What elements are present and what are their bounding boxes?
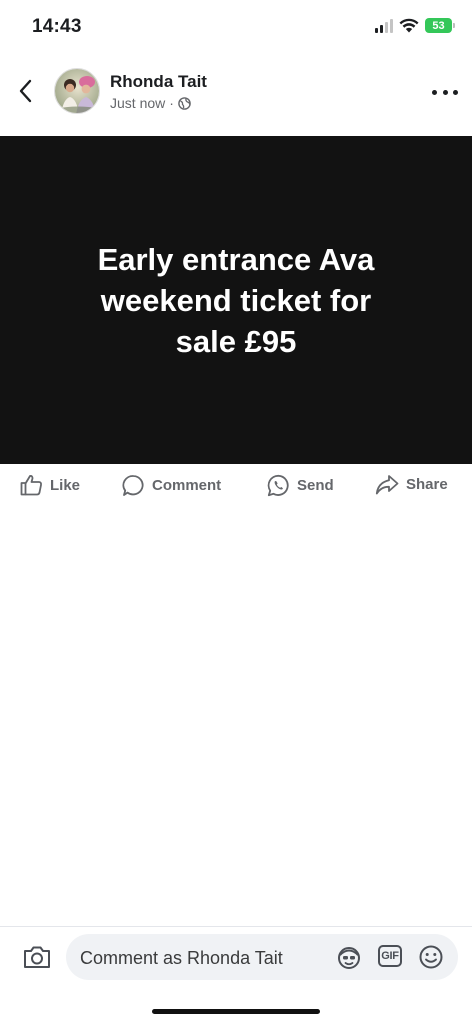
send-button[interactable]: Send [267,474,334,497]
more-dot [453,89,458,95]
comment-button[interactable]: Comment [122,474,221,497]
status-time: 14:43 [32,16,82,37]
more-dot [432,89,437,95]
author-name[interactable]: Rhonda Tait [110,72,207,92]
avatar[interactable] [54,68,100,114]
post-text-card[interactable]: Early entrance Ava weekend ticket for sa… [0,136,472,464]
chevron-left-icon [19,79,32,103]
comment-composer: Comment as Rhonda Tait GIF [0,926,472,1024]
battery-level: 53 [432,19,445,32]
profile-photo [55,69,99,113]
post-text: Early entrance Ava weekend ticket for sa… [97,241,375,359]
camera-button[interactable] [22,943,52,971]
share-label: Share [406,476,448,493]
more-options-button[interactable] [432,82,458,102]
comment-placeholder: Comment as Rhonda Tait [80,948,283,968]
post-header: Rhonda Tait Just now · [0,56,472,134]
comment-label: Comment [152,477,222,494]
like-label: Like [50,476,81,494]
back-button[interactable] [14,76,40,106]
meta-separator: · [169,95,174,111]
whatsapp-icon [267,474,289,497]
share-button[interactable]: Share [375,474,448,495]
like-button[interactable]: Like [20,474,80,496]
battery-icon: 53 [425,18,455,33]
camera-icon [24,946,50,968]
status-icons: 53 [375,18,455,33]
home-indicator[interactable] [152,1009,320,1014]
post-meta: Just now · [110,95,191,111]
share-arrow-icon [375,475,399,495]
send-label: Send [297,477,334,494]
globe-icon [178,96,191,110]
signal-icon [375,18,393,33]
wifi-icon [399,18,419,33]
comment-input[interactable]: Comment as Rhonda Tait GIF [66,934,458,980]
emoji-icon[interactable] [418,944,444,970]
avatar-sticker-icon[interactable] [336,944,362,970]
thumbs-up-icon [20,475,42,496]
status-bar: 14:43 53 [0,0,472,56]
more-dot [442,89,448,95]
speech-bubble-icon [122,475,144,496]
gif-icon[interactable]: GIF [378,945,402,967]
post-timestamp[interactable]: Just now [110,95,165,111]
post-action-bar: Like Comment Send Share [0,466,472,510]
